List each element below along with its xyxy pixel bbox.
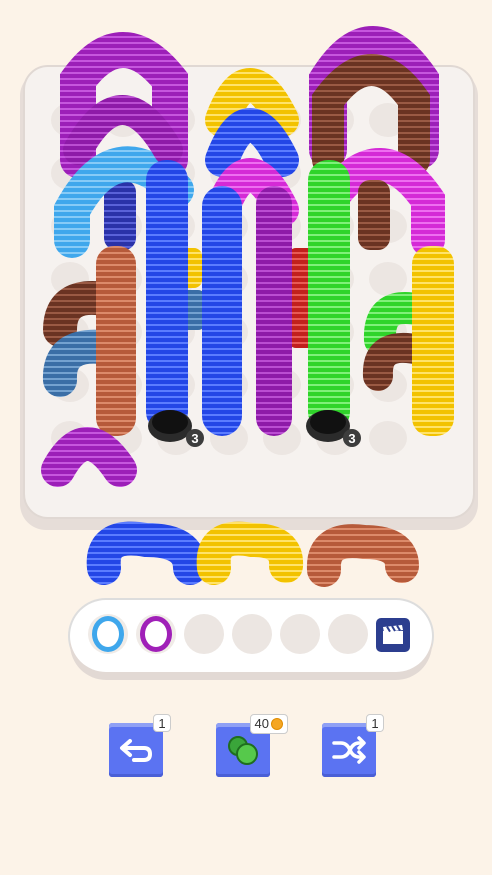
shuffle-icon	[332, 736, 366, 764]
collection-tray	[70, 600, 432, 672]
hint-cost-badge: 40	[249, 714, 288, 734]
purple-ring[interactable]	[136, 614, 176, 654]
spring-purple-tall[interactable]	[256, 186, 292, 436]
queue-spring-rust[interactable]	[306, 524, 419, 587]
tray-slots	[88, 614, 368, 654]
locked-hole-left-counter: 3	[191, 431, 198, 446]
queue-spring-yellow[interactable]	[196, 521, 304, 585]
spring-blue-tall-2[interactable]	[202, 186, 242, 436]
empty-tray-slot	[184, 614, 224, 654]
queue-spring-blue[interactable]	[86, 521, 207, 585]
coin-icon	[271, 718, 283, 730]
empty-tray-slot	[328, 614, 368, 654]
undo-icon	[120, 739, 153, 762]
spring-brown-right[interactable]	[358, 180, 390, 250]
spring-navy-left[interactable]	[104, 180, 136, 250]
light-blue-ring[interactable]	[88, 614, 128, 654]
spring-yellow-tall[interactable]	[412, 246, 454, 436]
spring-rust-left[interactable]	[96, 246, 136, 436]
peg-hole[interactable]	[369, 421, 407, 455]
shuffle-count-badge: 1	[366, 714, 384, 732]
empty-tray-slot	[280, 614, 320, 654]
undo-button[interactable]: 1	[109, 714, 171, 777]
locked-hole-right-counter: 3	[348, 431, 355, 446]
hint-cost: 40	[254, 716, 269, 731]
green-rings-icon	[228, 736, 258, 765]
clapperboard-icon[interactable]	[376, 618, 410, 652]
shuffle-button[interactable]: 1	[322, 714, 384, 777]
empty-tray-slot	[232, 614, 272, 654]
undo-count-badge: 1	[153, 714, 171, 732]
peg-hole[interactable]	[369, 262, 407, 296]
spring-green-tall[interactable]	[308, 160, 350, 432]
spring-blue-tall-1[interactable]	[146, 160, 188, 432]
hint-button[interactable]: 40	[216, 714, 288, 777]
